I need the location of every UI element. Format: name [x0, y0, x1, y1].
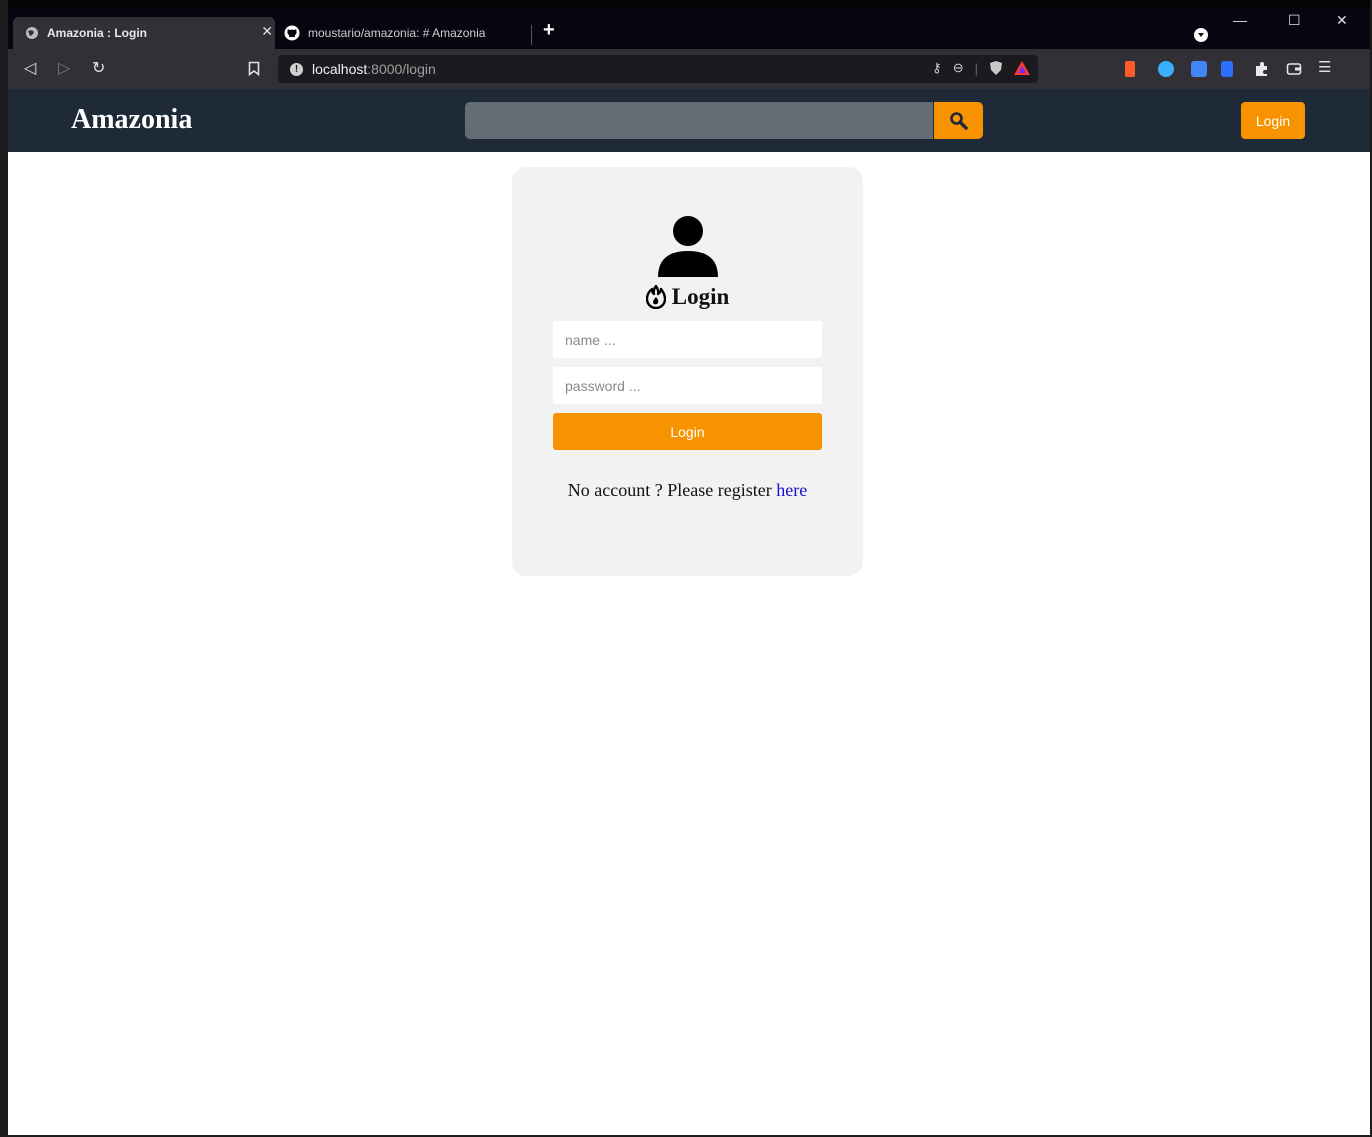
tab-github-amazonia[interactable]: moustario/amazonia: # Amazonia — [278, 17, 530, 49]
header-login-button[interactable]: Login — [1241, 102, 1305, 139]
window-frame-left — [0, 0, 8, 1137]
tab-separator — [531, 25, 532, 45]
key-icon[interactable]: ⚷ — [932, 60, 942, 76]
register-prompt: No account ? Please register here — [512, 480, 863, 501]
site-header: Amazonia Login — [8, 89, 1370, 152]
tab-title: Amazonia : Login — [47, 26, 147, 40]
reload-icon[interactable]: ↻ — [92, 58, 105, 78]
user-icon — [658, 216, 718, 277]
browser-tab-strip: Amazonia : Login ✕ moustario/amazonia: #… — [8, 8, 1370, 49]
login-title: Login — [512, 284, 863, 310]
megaphone-extension-icon[interactable] — [1125, 61, 1135, 77]
maximize-button[interactable]: ☐ — [1288, 12, 1301, 29]
login-title-text: Login — [671, 284, 730, 309]
bookmark-icon[interactable] — [248, 61, 260, 76]
search-icon — [949, 111, 968, 130]
password-field[interactable] — [553, 367, 822, 404]
brave-shield-icon[interactable] — [989, 60, 1003, 76]
github-icon — [284, 25, 300, 41]
back-icon[interactable]: ◁ — [24, 58, 36, 78]
site-info-icon[interactable]: ! — [290, 62, 303, 76]
brave-rewards-icon[interactable] — [1014, 61, 1030, 75]
menu-icon[interactable]: ☰ — [1318, 58, 1331, 76]
tab-search-dropdown-icon[interactable] — [1194, 28, 1208, 42]
url-text: localhost:8000/login — [312, 61, 436, 77]
tab-amazonia-login[interactable]: Amazonia : Login ✕ — [13, 17, 275, 49]
close-tab-icon[interactable]: ✕ — [261, 23, 273, 40]
register-text: No account ? Please register — [567, 480, 772, 500]
compass-extension-icon[interactable] — [1158, 61, 1174, 77]
wallet-icon[interactable] — [1286, 61, 1302, 77]
bitwarden-extension-icon[interactable] — [1221, 61, 1233, 77]
minimize-button[interactable]: — — [1233, 12, 1247, 28]
zoom-icon[interactable]: ⊖ — [953, 60, 964, 76]
search-button[interactable] — [934, 102, 983, 139]
fire-icon — [645, 285, 666, 309]
extensions-puzzle-icon[interactable] — [1254, 61, 1270, 77]
address-bar[interactable]: ! localhost:8000/login ⚷ ⊖ | — [278, 55, 1038, 83]
globe-icon — [26, 27, 38, 39]
search-input[interactable] — [465, 102, 933, 139]
window-frame-top — [0, 0, 1372, 8]
login-submit-button[interactable]: Login — [553, 413, 822, 450]
name-field[interactable] — [553, 321, 822, 358]
login-card: Login Login No account ? Please register… — [512, 167, 863, 576]
new-tab-button[interactable]: + — [543, 19, 555, 42]
close-window-button[interactable]: ✕ — [1336, 12, 1348, 29]
tab-title: moustario/amazonia: # Amazonia — [308, 26, 486, 40]
forward-icon[interactable]: ▷ — [58, 58, 70, 78]
brand-logo[interactable]: Amazonia — [71, 104, 192, 136]
register-link[interactable]: here — [776, 480, 807, 500]
translate-extension-icon[interactable] — [1191, 61, 1207, 77]
browser-toolbar: ◁ ▷ ↻ ! localhost:8000/login ⚷ ⊖ | ☰ — [8, 49, 1370, 89]
